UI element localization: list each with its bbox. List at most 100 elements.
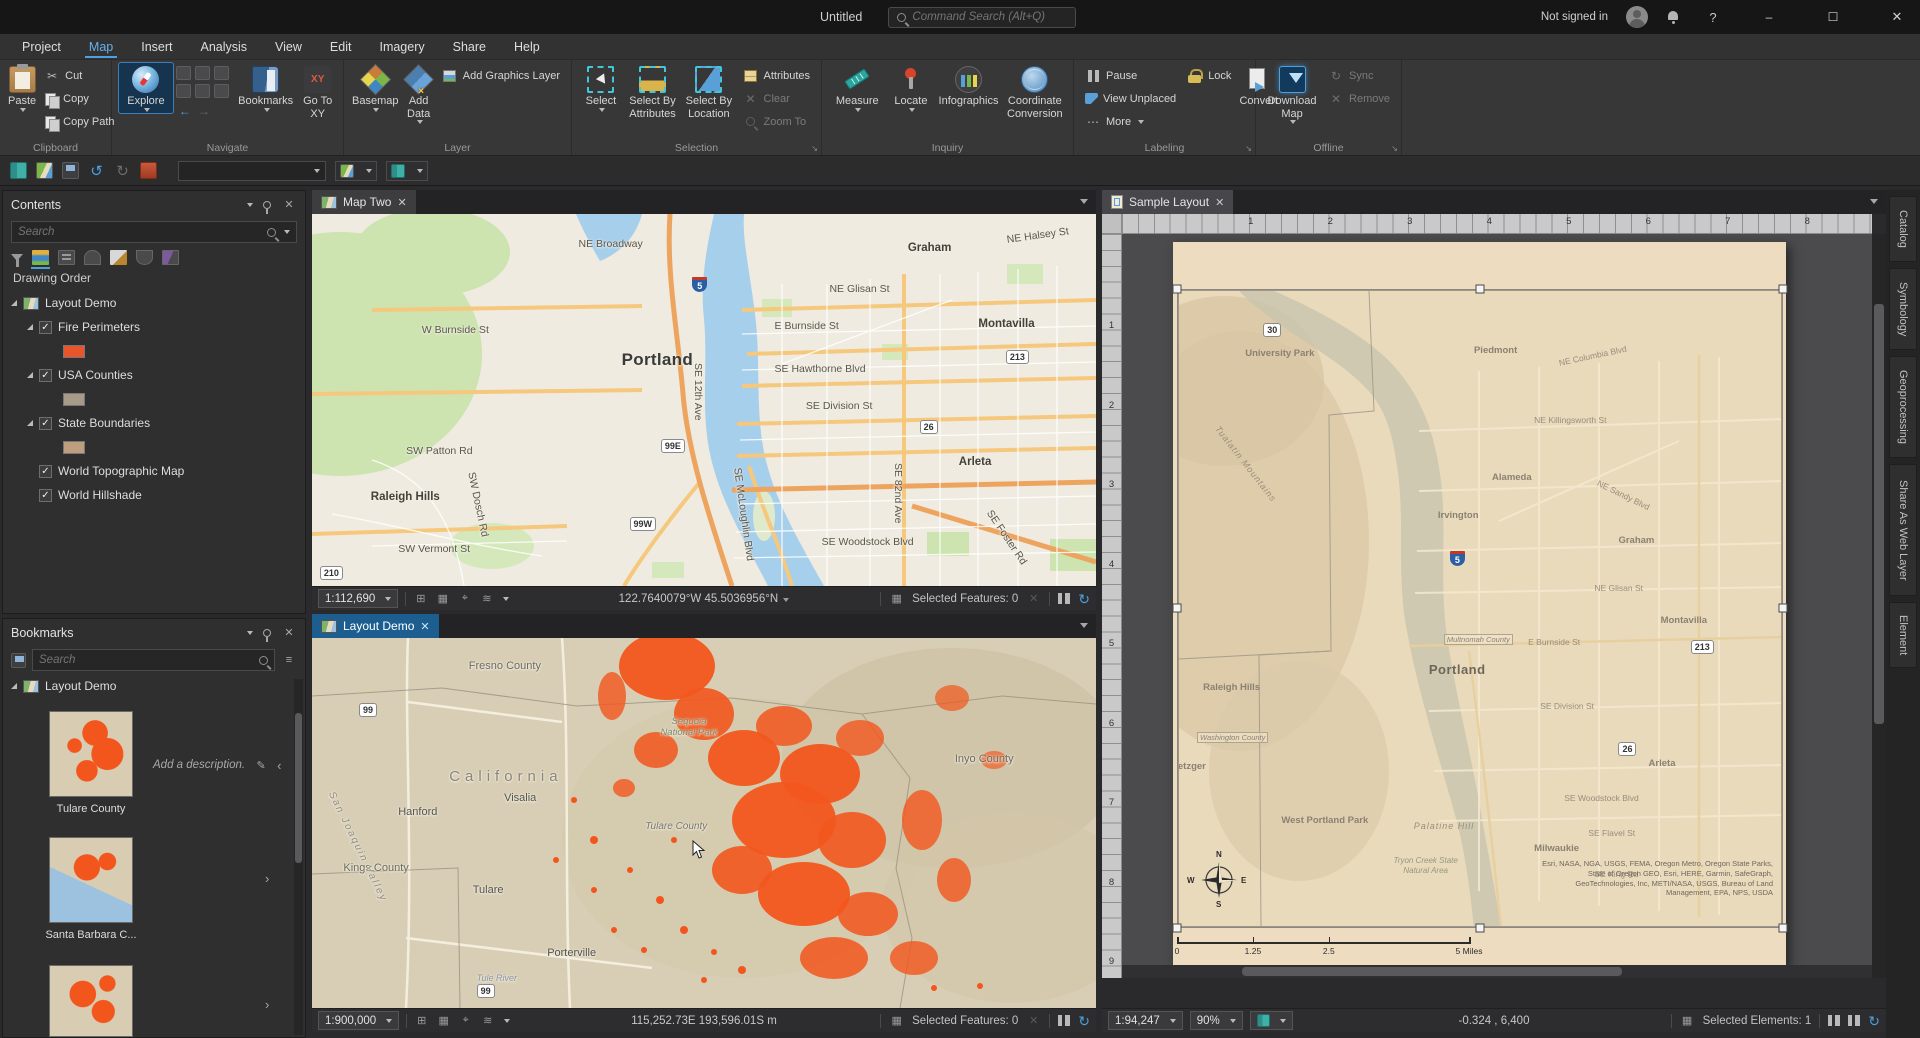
crosshair-icon[interactable]: ⌖	[458, 1014, 473, 1027]
refresh-icon[interactable]: ↻	[1868, 1014, 1880, 1028]
menu-tab[interactable]: Edit	[316, 34, 366, 59]
tab-map-two[interactable]: Map Two ✕	[312, 190, 416, 214]
view-unplaced-button[interactable]: View Unplaced	[1081, 88, 1180, 109]
clear-selection-icon[interactable]: ✕	[1026, 1014, 1041, 1027]
bookmark-thumbnail[interactable]	[49, 711, 133, 797]
previous-extent-icon[interactable]	[175, 84, 191, 98]
layout-vertical-scrollbar[interactable]	[1872, 234, 1886, 978]
measure-button[interactable]: Measure	[829, 63, 886, 113]
avatar[interactable]	[1626, 6, 1648, 28]
snapping-icon[interactable]: ≋	[479, 592, 494, 605]
selection-handle[interactable]	[1172, 603, 1182, 613]
pause-labeling-button[interactable]: Pause	[1081, 65, 1180, 86]
collapse-icon[interactable]: ‹	[277, 758, 281, 773]
selection-handle[interactable]	[1475, 284, 1485, 294]
select-button[interactable]: Select	[579, 63, 623, 113]
list-by-perspective-icon[interactable]	[162, 250, 179, 265]
list-by-snapping-icon[interactable]	[136, 250, 153, 265]
layout-demo-view[interactable]: Fresno County California Visalia Hanford Seq…	[312, 638, 1096, 1008]
selection-handle[interactable]	[1172, 923, 1182, 933]
selection-handle[interactable]	[1778, 284, 1788, 294]
coordinate-conversion-button[interactable]: Coordinate Conversion	[1004, 63, 1066, 121]
cursor-coordinates[interactable]: 115,252.73E 193,596.01S m	[631, 1015, 777, 1027]
tab-share-as-web-layer[interactable]: Share As Web Layer	[1889, 464, 1917, 596]
menu-tab[interactable]: Map	[75, 34, 127, 59]
explore-button[interactable]: Explore	[118, 62, 174, 114]
zoom-selection-icon[interactable]	[213, 84, 229, 98]
layer-checkbox[interactable]: ✓	[39, 368, 52, 382]
filter-icon[interactable]	[11, 254, 23, 267]
layout-canvas[interactable]: University Park Piedmont NE Columbia Blvd N…	[1122, 234, 1872, 978]
toc-layer-state-boundaries[interactable]: ✓ State Boundaries	[11, 411, 305, 435]
selection-handle[interactable]	[1778, 603, 1788, 613]
selected-elements-count[interactable]: Selected Elements: 1	[1703, 1015, 1812, 1027]
remove-button[interactable]: ✕ Remove	[1324, 88, 1394, 109]
crosshair-icon[interactable]: ⌖	[457, 592, 472, 605]
pause-drawing-icon[interactable]	[1058, 1015, 1071, 1026]
menu-tab[interactable]: View	[261, 34, 316, 59]
scale-bar[interactable]: 0 1.25 2.5 5 Miles	[1175, 936, 1482, 958]
offline-dialog-launcher-icon[interactable]: ↘	[1391, 144, 1398, 153]
selection-handle[interactable]	[1172, 284, 1182, 294]
more-labeling-button[interactable]: ⋯ More	[1081, 111, 1180, 132]
toc-layer-fire-perimeters[interactable]: ✓ Fire Perimeters	[11, 315, 305, 339]
list-by-visibility-icon[interactable]	[84, 250, 101, 265]
command-search[interactable]	[888, 6, 1077, 28]
expand-icon[interactable]: ›	[265, 871, 269, 886]
quick-access-dropdown-1[interactable]	[335, 160, 377, 181]
bookmarks-options-icon[interactable]: ≡	[281, 652, 297, 668]
list-by-data-source-icon[interactable]	[58, 250, 75, 265]
north-arrow[interactable]: N E S W	[1187, 850, 1246, 909]
close-button[interactable]: ✕	[1874, 0, 1920, 34]
grid-icon[interactable]: ⊞	[414, 1014, 429, 1027]
maximize-button[interactable]: ☐	[1810, 0, 1856, 34]
quick-access-dropdown-2[interactable]	[386, 160, 428, 181]
locate-button[interactable]: Locate	[889, 63, 934, 113]
close-tab-icon[interactable]: ✕	[420, 620, 429, 633]
edit-description-icon[interactable]: ✎	[253, 757, 269, 773]
bookmarks-scrollbar[interactable]	[294, 679, 303, 1035]
notifications-icon[interactable]	[1666, 10, 1680, 24]
help-icon[interactable]: ?	[1698, 10, 1728, 25]
bookmarks-menu-icon[interactable]	[247, 630, 253, 635]
next-extent-icon[interactable]	[194, 84, 210, 98]
add-data-button[interactable]: + Add Data	[402, 63, 434, 125]
map-scale-combo[interactable]: 1:112,690	[318, 589, 399, 608]
cursor-coordinates[interactable]: 122.7640079°W 45.5036956°N	[619, 593, 778, 605]
bookmark-thumbnail[interactable]	[49, 837, 133, 923]
toc-layer-usa-counties[interactable]: ✓ USA Counties	[11, 363, 305, 387]
tab-geoprocessing[interactable]: Geoprocessing	[1889, 356, 1917, 458]
list-by-drawing-order-icon[interactable]	[31, 250, 50, 269]
status-options-icon[interactable]	[503, 596, 510, 601]
expander-icon[interactable]	[27, 372, 33, 378]
toc-layer-world-hillshade[interactable]: ✓ World Hillshade	[11, 483, 305, 507]
table-icon[interactable]: ▦	[436, 1014, 451, 1027]
layer-checkbox[interactable]: ✓	[39, 488, 52, 502]
back-extent-arrow-icon[interactable]: ←	[176, 102, 194, 119]
layout-zoom-combo[interactable]: 90%	[1189, 1011, 1243, 1030]
status-options-icon[interactable]	[504, 1018, 511, 1023]
layer-checkbox[interactable]: ✓	[39, 464, 52, 478]
menu-tab[interactable]: Analysis	[187, 34, 262, 59]
refresh-icon[interactable]: ↻	[1078, 1014, 1090, 1028]
contents-search[interactable]	[11, 221, 297, 243]
table-icon[interactable]: ▦	[435, 592, 450, 605]
menu-tab[interactable]: Share	[439, 34, 500, 59]
close-tab-icon[interactable]: ✕	[1215, 196, 1224, 209]
close-tab-icon[interactable]: ✕	[397, 196, 406, 209]
clear-selection-icon[interactable]: ✕	[1026, 592, 1041, 605]
download-map-button[interactable]: Download Map	[1263, 63, 1321, 125]
bookmarks-search-input[interactable]	[39, 654, 253, 666]
snapping-icon[interactable]: ≋	[480, 1014, 495, 1027]
new-map-icon[interactable]	[36, 162, 53, 179]
pane-menu-icon[interactable]	[1870, 199, 1878, 204]
clear-button[interactable]: ✕ Clear	[739, 88, 814, 109]
menu-tab[interactable]: Help	[500, 34, 554, 59]
bookmarks-group[interactable]: Layout Demo	[3, 674, 305, 698]
bookmark-thumbnail[interactable]	[49, 965, 133, 1037]
menu-tab[interactable]: Imagery	[365, 34, 438, 59]
attributes-button[interactable]: Attributes	[739, 65, 814, 86]
sync-button[interactable]: ↻ Sync	[1324, 65, 1394, 86]
layout-page[interactable]: University Park Piedmont NE Columbia Blvd N…	[1172, 242, 1788, 968]
contents-close-icon[interactable]: ✕	[281, 197, 297, 213]
